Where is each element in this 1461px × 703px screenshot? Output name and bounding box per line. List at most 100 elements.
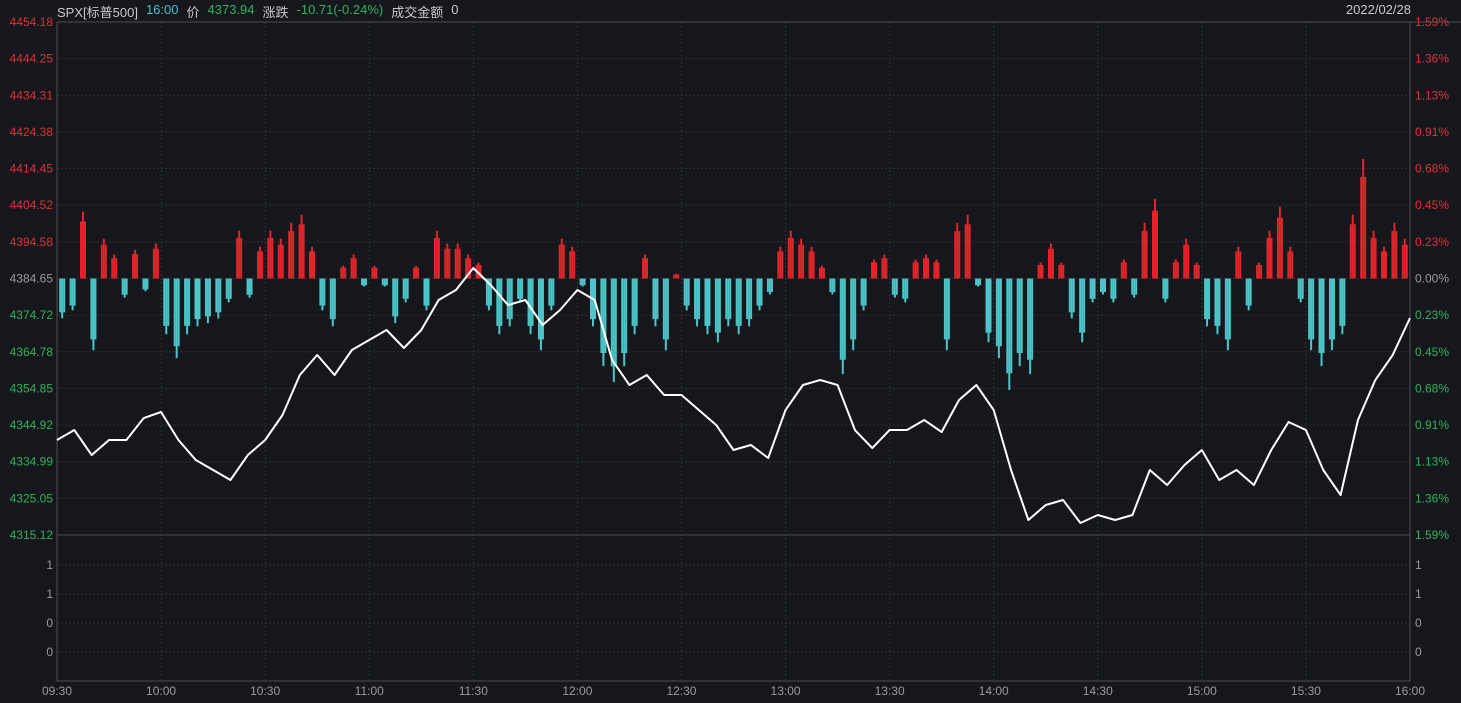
bar-group <box>704 278 711 335</box>
bar-group <box>402 278 409 303</box>
bar-group <box>433 230 440 279</box>
price-tick-label: 4384.65 <box>10 272 54 286</box>
bar-group <box>1349 214 1356 279</box>
price-tick-label: 4424.38 <box>10 125 54 139</box>
bar-group <box>943 278 950 351</box>
bar-group <box>1287 246 1294 279</box>
bar-group <box>1152 198 1159 279</box>
percent-tick-label: 0.00% <box>1415 272 1449 286</box>
time-tick-label: 13:30 <box>875 684 905 698</box>
bar-group <box>1099 278 1106 295</box>
bar-group <box>975 278 982 287</box>
time-tick-label: 11:30 <box>459 684 488 698</box>
bar-group <box>1297 278 1304 303</box>
time-tick-label: 14:00 <box>979 684 1009 698</box>
bar-group <box>558 238 565 279</box>
bar-group <box>1037 262 1044 279</box>
bar-group <box>1245 278 1252 311</box>
bar-group <box>1162 278 1169 303</box>
percent-tick-label: 0.23% <box>1415 235 1449 249</box>
bar-group <box>871 259 878 279</box>
time-tick-label: 11:00 <box>355 684 384 698</box>
time-tick-label: 15:30 <box>1291 684 1321 698</box>
time-tick-label: 15:00 <box>1187 684 1217 698</box>
bar-group <box>413 265 420 279</box>
bar-group <box>1380 246 1387 279</box>
bar-group <box>1172 259 1179 279</box>
bar-group <box>1224 278 1231 351</box>
volume-tick-label: 0 <box>46 616 53 630</box>
bar-group <box>215 278 222 319</box>
price-tick-label: 4325.05 <box>10 491 54 505</box>
bar-group <box>725 278 732 327</box>
bar-group <box>496 278 503 335</box>
time-tick-label: 16:00 <box>1395 684 1425 698</box>
bar-group <box>954 222 961 279</box>
bar-group <box>923 254 930 279</box>
percent-tick-label: 1.36% <box>1415 52 1449 66</box>
bar-group <box>1318 278 1325 367</box>
bar-group <box>891 278 898 298</box>
bar-group <box>1006 278 1013 391</box>
bar-group <box>444 243 451 279</box>
percent-tick-label: 1.59% <box>1415 528 1449 542</box>
bar-group <box>798 238 805 279</box>
bar-group <box>1183 238 1190 279</box>
price-tick-label: 4434.31 <box>10 88 54 102</box>
bar-group <box>964 214 971 279</box>
bar-group <box>371 265 378 279</box>
bar-group <box>777 246 784 279</box>
volume-tick-label: 0 <box>1415 645 1422 659</box>
percent-tick-label: 0.91% <box>1415 125 1449 139</box>
bar-group <box>537 278 544 351</box>
time-tick-label: 12:30 <box>666 684 696 698</box>
bar-group <box>610 278 617 383</box>
bar-group <box>1214 278 1221 335</box>
percent-tick-label: 1.13% <box>1415 455 1449 469</box>
percent-tick-label: 0.91% <box>1415 418 1449 432</box>
bar-group <box>1235 246 1242 279</box>
bar-group <box>652 278 659 327</box>
bar-group <box>163 278 170 335</box>
bar-group <box>829 278 836 295</box>
bar-group <box>683 278 690 311</box>
percent-tick-label: 0.45% <box>1415 345 1449 359</box>
bar-group <box>787 230 794 279</box>
bar-group <box>766 278 773 295</box>
bar-group <box>995 278 1002 359</box>
bar-group <box>308 246 315 279</box>
bar-group <box>1141 222 1148 279</box>
price-tick-label: 4414.45 <box>10 162 54 176</box>
bar-group <box>673 273 680 279</box>
bar-group <box>1089 278 1096 303</box>
bar-group <box>1360 159 1367 279</box>
bar-group <box>735 278 742 335</box>
bar-group <box>746 278 753 327</box>
bar-group <box>902 278 909 303</box>
bar-group <box>423 278 430 311</box>
bar-group <box>392 278 399 324</box>
bar-group <box>100 238 107 279</box>
bar-group <box>1193 262 1200 279</box>
bar-group <box>204 278 211 324</box>
bar-group <box>319 278 326 311</box>
bar-group <box>1058 262 1065 279</box>
bar-group <box>256 246 263 279</box>
bar-group <box>142 278 149 292</box>
bar-group <box>1308 278 1315 351</box>
bar-group <box>850 278 857 351</box>
bar-group <box>631 278 638 335</box>
bar-group <box>756 278 763 311</box>
time-tick-label: 13:00 <box>771 684 801 698</box>
bar-group <box>1079 278 1086 343</box>
price-tick-label: 4334.99 <box>10 455 54 469</box>
bar-group <box>818 265 825 279</box>
bar-group <box>714 278 721 343</box>
bar-group <box>548 278 555 311</box>
bar-group <box>350 254 357 279</box>
bar-group <box>860 278 867 311</box>
intraday-chart[interactable]: 4454.18 1.59% 4444.25 1.36% 4434.31 1.13% 4424… <box>0 0 1461 703</box>
bar-group <box>454 243 461 279</box>
bar-group <box>381 278 388 287</box>
time-tick-label: 10:30 <box>250 684 280 698</box>
